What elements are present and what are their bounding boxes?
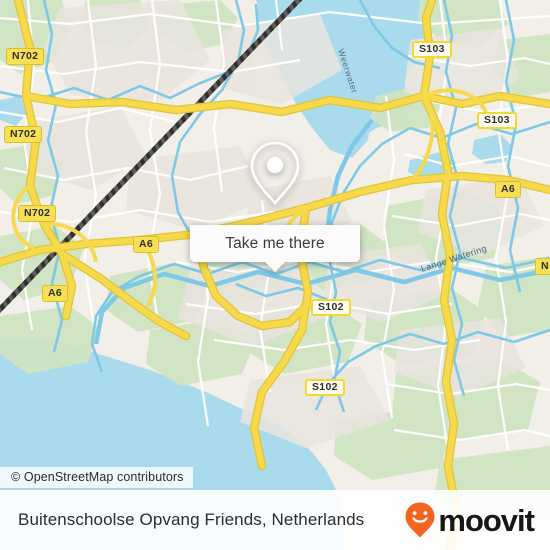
take-me-there-label: Take me there <box>225 234 325 252</box>
osm-attribution[interactable]: © OpenStreetMap contributors <box>0 467 193 488</box>
moovit-logo[interactable]: moovit <box>404 501 535 539</box>
bottom-bar: Buitenschoolse Opvang Friends, Netherlan… <box>0 490 550 550</box>
road-shield-a6[interactable]: A6 <box>42 285 69 302</box>
road-shield-s103[interactable]: S103 <box>477 112 517 129</box>
road-shield-n702[interactable]: N702 <box>18 205 57 222</box>
road-shield-n-edge[interactable]: N <box>535 258 550 275</box>
moovit-wordmark: moovit <box>438 502 535 538</box>
location-popup-card[interactable]: Take me there <box>190 120 360 272</box>
popup-header <box>190 120 360 225</box>
place-title: Buitenschoolse Opvang Friends, Netherlan… <box>18 510 365 529</box>
map-pin-icon <box>250 141 300 205</box>
road-shield-a6[interactable]: A6 <box>133 236 160 253</box>
road-shield-s103[interactable]: S103 <box>412 41 452 58</box>
popup-pointer <box>265 262 285 272</box>
road-shield-s102[interactable]: S102 <box>311 299 351 316</box>
road-shield-a6[interactable]: A6 <box>495 181 522 198</box>
map-screenshot: Weerwater Lange Watering N702 N702 N702 … <box>0 0 550 550</box>
road-shield-n702[interactable]: N702 <box>4 126 43 143</box>
popup-footer[interactable]: Take me there <box>190 225 360 272</box>
road-shield-s102[interactable]: S102 <box>305 379 345 396</box>
moovit-pin-icon <box>405 502 435 538</box>
road-shield-n702[interactable]: N702 <box>6 48 45 65</box>
